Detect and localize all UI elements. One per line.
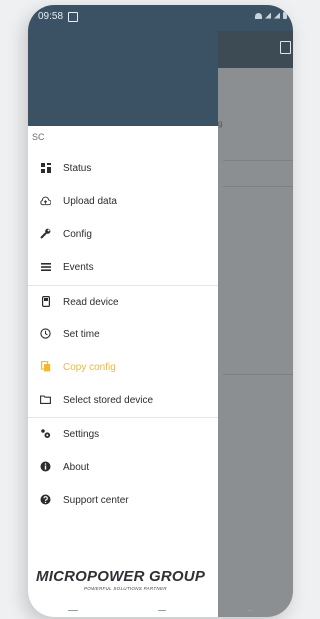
status-grid-icon	[40, 162, 51, 173]
device-icon	[40, 296, 51, 307]
menu-item-label: Events	[63, 262, 94, 273]
phone-screen: 09:58 g SC Status Upload data Config Eve…	[28, 5, 293, 617]
menu-item-label: Copy config	[63, 362, 116, 373]
menu-item-label: Set time	[63, 329, 100, 340]
menu-item-about[interactable]: About	[28, 451, 218, 484]
menu-item-label: Config	[63, 229, 92, 240]
recents-icon[interactable]	[68, 609, 79, 611]
cloud-upload-icon	[40, 195, 51, 206]
logo-wordmark: MICROPOWER GROUP	[36, 568, 206, 585]
menu-item-config[interactable]: Config	[28, 218, 218, 251]
folder-icon	[40, 394, 51, 405]
copy-icon	[40, 361, 51, 372]
clock-icon	[40, 328, 51, 339]
signal-icon	[265, 12, 271, 19]
menu-item-support-center[interactable]: Support center	[28, 484, 218, 517]
status-indicators	[255, 12, 287, 19]
menu-item-select-stored-device[interactable]: Select stored device	[28, 384, 218, 417]
status-time: 09:58	[38, 11, 64, 22]
menu-item-label: Settings	[63, 429, 100, 440]
navigation-drawer: SC Status Upload data Config Events Read…	[28, 5, 218, 617]
info-icon	[40, 461, 51, 472]
menu-item-events[interactable]: Events	[28, 251, 218, 284]
wifi-icon	[255, 12, 262, 19]
menu-item-settings[interactable]: Settings	[28, 418, 218, 451]
notification-icon	[68, 12, 78, 22]
menu-item-copy-config[interactable]: Copy config	[28, 351, 218, 384]
divider	[223, 374, 293, 375]
menu-item-upload-data[interactable]: Upload data	[28, 185, 218, 218]
signal-icon-2	[274, 12, 280, 19]
logo-tagline: POWERFUL SOLUTIONS PARTNER	[84, 586, 167, 591]
gears-icon	[40, 428, 51, 439]
divider	[223, 160, 293, 161]
menu-item-label: Status	[63, 163, 92, 174]
menu-item-status[interactable]: Status	[28, 152, 218, 185]
clipboard-icon[interactable]	[280, 41, 291, 54]
wrench-icon	[40, 228, 51, 239]
status-bar: 09:58	[28, 5, 293, 31]
menu-item-label: Select stored device	[63, 395, 154, 406]
menu-item-read-device[interactable]: Read device	[28, 286, 218, 319]
menu-item-label: About	[63, 462, 90, 473]
menu-item-label: Support center	[63, 495, 129, 506]
background-partial-text: g	[218, 119, 223, 128]
battery-icon	[283, 12, 287, 19]
system-nav-bar	[28, 603, 293, 617]
divider	[223, 186, 293, 187]
help-icon	[40, 494, 51, 505]
device-name: SC	[32, 132, 45, 142]
menu-item-set-time[interactable]: Set time	[28, 318, 218, 351]
home-icon[interactable]	[158, 609, 167, 611]
menu-item-label: Read device	[63, 297, 119, 308]
back-icon[interactable]	[246, 609, 253, 611]
list-icon	[40, 261, 51, 272]
micropower-logo: MICROPOWER GROUP POWERFUL SOLUTIONS PART…	[36, 568, 211, 591]
drawer-header	[28, 31, 218, 126]
menu-item-label: Upload data	[63, 196, 117, 207]
